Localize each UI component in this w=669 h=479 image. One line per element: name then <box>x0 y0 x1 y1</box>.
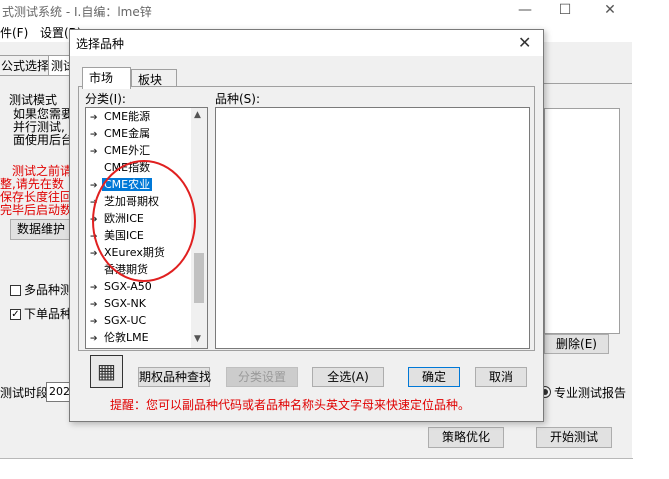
scroll-down-icon[interactable]: ▼ <box>194 334 201 344</box>
warning-line: 整,请先在数 <box>0 177 64 191</box>
right-edge <box>632 0 669 458</box>
close-icon[interactable]: ✕ <box>518 33 531 52</box>
minimize-icon[interactable]: — <box>505 0 545 22</box>
start-test-button[interactable]: 开始测试 <box>536 427 612 448</box>
close-icon[interactable]: ✕ <box>590 0 630 22</box>
category-item[interactable]: ➔ SGX-UC <box>86 312 193 329</box>
annotation-circle <box>92 160 196 282</box>
category-item-label: CME能源 <box>104 110 151 123</box>
category-item[interactable]: ➔ CME金属 <box>86 125 193 142</box>
right-list[interactable] <box>544 108 620 334</box>
dialog-title: 选择品种 <box>76 37 125 51</box>
test-mode-line: 如果您需要 <box>13 107 74 121</box>
tab-formula-select[interactable]: 公式选择 <box>0 55 50 76</box>
warning-line: 测试之前请 <box>12 164 73 178</box>
scroll-up-icon[interactable]: ▲ <box>194 110 201 120</box>
test-period-label: 测试时段: <box>0 386 53 400</box>
category-item[interactable]: ➔ CME能源 <box>86 108 193 125</box>
main-window-title: 式测试系统 - I.自编：lme锌 <box>2 5 152 19</box>
cancel-button[interactable]: 取消 <box>475 367 527 387</box>
variety-label: 品种(S): <box>215 92 261 106</box>
category-item[interactable]: ➔ 伦敦LME <box>86 329 193 346</box>
multi-variety-label: 多品种测 <box>24 283 73 297</box>
data-maintain-button[interactable]: 数据维护 <box>10 219 72 240</box>
category-item[interactable]: ➔ SGX-NK <box>86 295 193 312</box>
menu-file[interactable]: 件(F) <box>0 24 28 41</box>
order-variety-checkbox[interactable]: ✓ <box>10 309 21 320</box>
category-item-label: SGX-NK <box>104 297 146 310</box>
scroll-thumb[interactable] <box>194 253 204 303</box>
category-item[interactable]: ➔ CME外汇 <box>86 142 193 159</box>
delete-button[interactable]: 删除(E) <box>544 334 609 354</box>
dialog-title-bar: 选择品种 ✕ <box>70 30 543 56</box>
ok-button[interactable]: 确定 <box>408 367 460 387</box>
maximize-icon[interactable]: ☐ <box>545 0 585 22</box>
category-label: 分类(I): <box>85 92 126 106</box>
strategy-optimize-button[interactable]: 策略优化 <box>428 427 504 448</box>
tab-market[interactable]: 市场 <box>82 67 131 89</box>
main-title-bar: 式测试系统 - I.自编：lme锌 — ☐ ✕ <box>0 0 632 22</box>
test-mode-line: 并行测试, <box>13 120 65 134</box>
hint-text: 提醒：您可以副品种代码或者品种名称头英文字母来快速定位品种。 <box>110 398 471 412</box>
test-mode-title: 测试模式 <box>9 93 58 107</box>
select-all-button[interactable]: 全选(A) <box>312 367 384 387</box>
category-item-label: 伦敦LME <box>104 331 149 344</box>
warning-line: 完毕后启动数 <box>0 203 73 217</box>
test-mode-line: 面使用后台 <box>13 133 74 147</box>
variety-list[interactable] <box>215 107 530 349</box>
arrow-right-icon: ➔ <box>90 334 98 344</box>
test-period-input[interactable]: 2023 <box>46 382 70 402</box>
pro-report-label: 专业测试报告 <box>554 386 627 400</box>
order-variety-label: 下单品种 <box>24 307 73 321</box>
category-item-label: SGX-UC <box>104 314 147 327</box>
grid-icon[interactable]: ▦ <box>90 355 123 388</box>
category-item-label: CME外汇 <box>104 144 151 157</box>
right-panel <box>544 83 632 106</box>
category-settings-button: 分类设置 <box>226 367 298 387</box>
multi-variety-checkbox[interactable] <box>10 285 21 296</box>
category-item-label: CME金属 <box>104 127 151 140</box>
option-search-button[interactable]: 期权品种查找 <box>138 367 211 387</box>
warning-line: 保存长度往回 <box>0 190 73 204</box>
